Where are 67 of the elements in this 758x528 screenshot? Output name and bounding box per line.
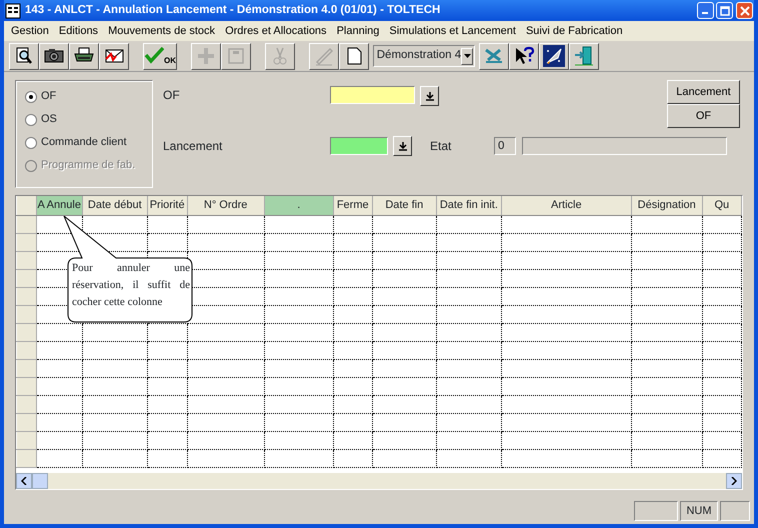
pencil-icon bbox=[313, 45, 335, 67]
demo-dropdown[interactable]: Démonstration 4 bbox=[373, 45, 475, 67]
field-label: Lancement bbox=[163, 138, 224, 155]
new-button[interactable] bbox=[339, 42, 369, 70]
menu-item[interactable]: Mouvements de stock bbox=[103, 22, 220, 40]
menu-item[interactable]: Suivi de Fabrication bbox=[520, 22, 628, 40]
help-button[interactable] bbox=[509, 42, 539, 70]
status-code-field: 0 bbox=[494, 137, 516, 155]
maximize-icon bbox=[720, 6, 730, 16]
radio-button[interactable] bbox=[25, 114, 37, 126]
menu-item[interactable]: Planning bbox=[332, 22, 384, 40]
lookup-button[interactable] bbox=[420, 86, 439, 106]
input-field[interactable] bbox=[330, 137, 388, 155]
preview-button[interactable] bbox=[9, 42, 39, 70]
column-header[interactable]: Article bbox=[501, 196, 632, 215]
callout-text: Pour annuler une réservation, il suffit de cocher cette colonne bbox=[72, 261, 190, 310]
launch-button[interactable] bbox=[539, 42, 569, 70]
menu-item[interactable]: Gestion bbox=[6, 22, 54, 40]
minimize-button[interactable] bbox=[696, 2, 714, 19]
app-icon bbox=[5, 2, 21, 18]
help-icon bbox=[513, 45, 535, 67]
option-label: OF bbox=[41, 89, 56, 104]
rocket-icon bbox=[543, 45, 565, 67]
column-header[interactable]: Ferme bbox=[333, 196, 372, 215]
radio-button[interactable] bbox=[25, 90, 37, 102]
column-header[interactable]: Priorité bbox=[147, 196, 188, 215]
column-header[interactable]: Qu bbox=[702, 196, 742, 215]
column-header[interactable]: . bbox=[264, 196, 334, 215]
column-header[interactable]: Date début bbox=[82, 196, 148, 215]
column-header[interactable]: Désignation bbox=[631, 196, 702, 215]
close-button[interactable] bbox=[736, 2, 753, 19]
horizontal-scrollbar[interactable] bbox=[16, 473, 742, 489]
down-arrow-icon bbox=[398, 142, 406, 150]
menu-item[interactable]: Simulations et Lancement bbox=[384, 22, 521, 40]
option-label: Programme de fab. bbox=[41, 158, 136, 174]
exit-button[interactable] bbox=[569, 42, 599, 70]
caret-icon bbox=[461, 48, 473, 64]
input-field[interactable] bbox=[330, 86, 415, 104]
maximize-button[interactable] bbox=[716, 2, 734, 19]
field-label: OF bbox=[163, 87, 181, 104]
close-icon bbox=[740, 6, 750, 16]
option-label: OS bbox=[41, 112, 57, 128]
window-title: 143 - ANLCT - Annulation Lancement - Démonstration 4.0 (01/01) - TOLTECH bbox=[25, 2, 440, 18]
mode-button[interactable]: Lancement bbox=[667, 80, 740, 104]
mode-button[interactable]: OF bbox=[667, 104, 740, 128]
option-label: Commande client bbox=[41, 135, 127, 150]
tools-button[interactable] bbox=[479, 42, 509, 70]
print-button[interactable] bbox=[69, 42, 99, 70]
plus-icon bbox=[195, 45, 217, 67]
lookup-button[interactable] bbox=[393, 136, 412, 156]
camera-button[interactable] bbox=[39, 42, 69, 70]
column-header[interactable]: Date fin init. bbox=[436, 196, 502, 215]
menu-item[interactable]: Editions bbox=[54, 22, 104, 40]
ok-button[interactable]: OK bbox=[143, 42, 177, 70]
door-icon bbox=[573, 45, 595, 67]
status-panel bbox=[720, 501, 750, 521]
column-header[interactable]: A Annule bbox=[36, 196, 82, 215]
column-header[interactable]: Date fin bbox=[372, 196, 436, 215]
down-arrow-icon bbox=[426, 92, 434, 100]
radio-button[interactable] bbox=[25, 136, 37, 148]
mail-button[interactable] bbox=[99, 42, 129, 70]
status-panel bbox=[634, 501, 678, 521]
status-indicator: NUM bbox=[680, 501, 718, 521]
column-header[interactable]: N° Ordre bbox=[187, 196, 264, 215]
field-label: Etat bbox=[430, 138, 452, 155]
menu-item[interactable]: Ordres et Allocations bbox=[220, 22, 332, 40]
scroll-thumb[interactable] bbox=[32, 473, 48, 489]
